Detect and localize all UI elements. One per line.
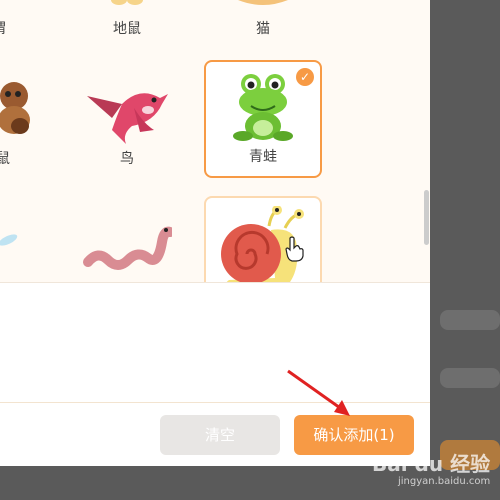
screen: 猬 地鼠 猫 bbox=[0, 0, 500, 500]
watermark-url: jingyan.baidu.com bbox=[398, 476, 491, 487]
watermark-logo: Bai du 经验 bbox=[372, 452, 491, 476]
annotation-arrow bbox=[287, 369, 350, 416]
